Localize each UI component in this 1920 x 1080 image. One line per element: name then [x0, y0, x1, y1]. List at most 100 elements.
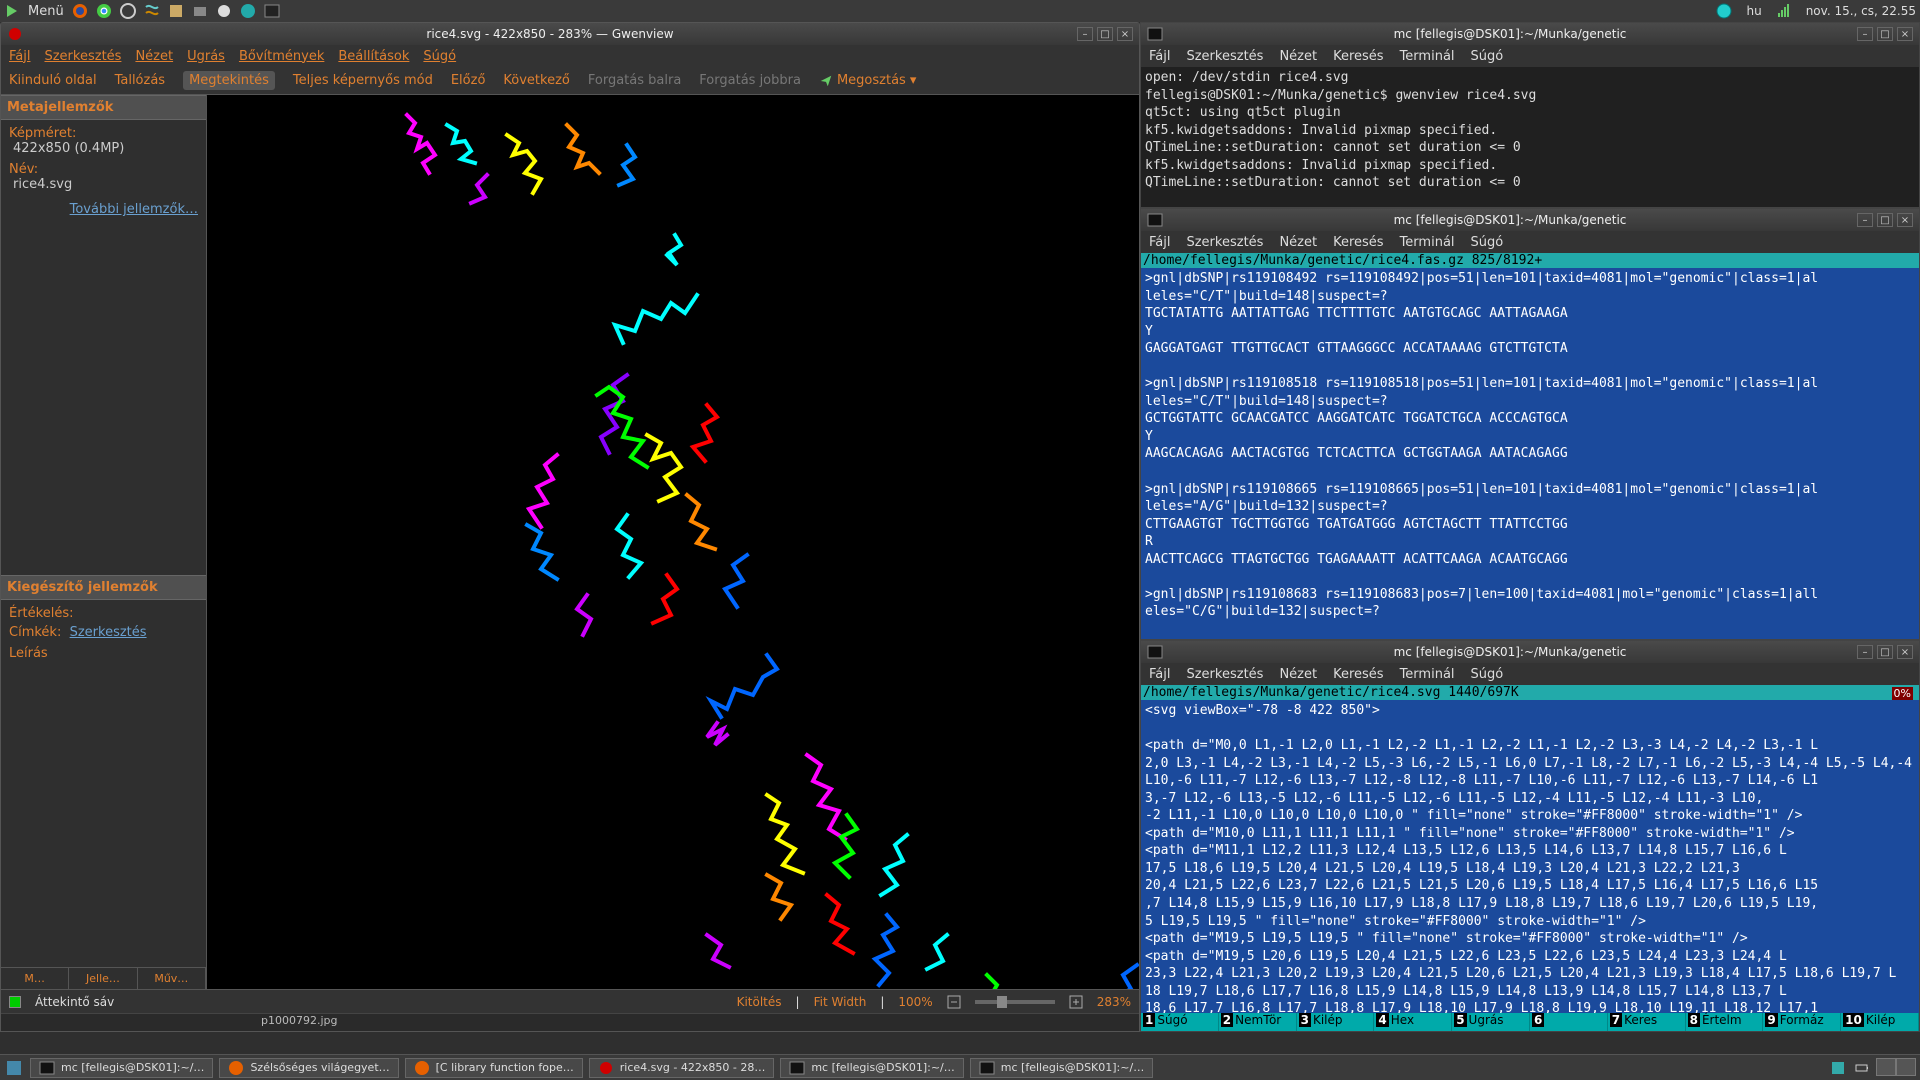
- tb-start[interactable]: Kiinduló oldal: [9, 73, 97, 88]
- menu-go[interactable]: Ugrás: [187, 49, 225, 64]
- tb-share[interactable]: Megosztás▾: [819, 73, 916, 88]
- box-icon[interactable]: [168, 3, 184, 19]
- t1-view[interactable]: Nézet: [1279, 49, 1317, 64]
- t2-view[interactable]: Nézet: [1279, 235, 1317, 250]
- app-icon-2[interactable]: [144, 3, 160, 19]
- fkey-4[interactable]: 4Hex: [1374, 1013, 1452, 1031]
- term2-titlebar[interactable]: mc [fellegis@DSK01]:~/Munka/genetic –□×: [1141, 209, 1919, 231]
- t3-edit[interactable]: Szerkesztés: [1186, 667, 1263, 682]
- task-2[interactable]: [C library function fope…: [405, 1058, 583, 1078]
- t1-edit[interactable]: Szerkesztés: [1186, 49, 1263, 64]
- menu-button[interactable]: Menü: [28, 4, 64, 19]
- zoom-slider[interactable]: [975, 1000, 1055, 1004]
- task-4[interactable]: mc [fellegis@DSK01]:~/…: [780, 1058, 963, 1078]
- fkey-7[interactable]: 7Keres: [1608, 1013, 1686, 1031]
- tab-props[interactable]: Jelle…: [69, 968, 137, 989]
- thumb-check[interactable]: [9, 996, 21, 1008]
- t3-help[interactable]: Súgó: [1471, 667, 1504, 682]
- tb-rotright[interactable]: Forgatás jobbra: [699, 73, 801, 88]
- zoom-100[interactable]: 100%: [898, 995, 932, 1009]
- fkey-9[interactable]: 9Formáz: [1763, 1013, 1841, 1031]
- fkey-6[interactable]: 6: [1530, 1013, 1608, 1031]
- firefox-icon[interactable]: [72, 3, 88, 19]
- term3-titlebar[interactable]: mc [fellegis@DSK01]:~/Munka/genetic –□×: [1141, 641, 1919, 663]
- tb-view[interactable]: Megtekintés: [183, 71, 275, 90]
- fit-fill[interactable]: Kitöltés: [737, 995, 782, 1009]
- start-icon[interactable]: [4, 3, 20, 19]
- term1-titlebar[interactable]: mc [fellegis@DSK01]:~/Munka/genetic –□×: [1141, 23, 1919, 45]
- fkey-3[interactable]: 3Kilép: [1297, 1013, 1375, 1031]
- t3-max[interactable]: □: [1877, 645, 1893, 659]
- gwenview-titlebar[interactable]: rice4.svg - 422x850 - 283% — Gwenview – …: [1, 23, 1139, 45]
- menu-settings[interactable]: Beállítások: [338, 49, 409, 64]
- t3-min[interactable]: –: [1857, 645, 1873, 659]
- term2-body[interactable]: >gnl|dbSNP|rs119108492 rs=119108492|pos=…: [1141, 268, 1919, 639]
- menu-edit[interactable]: Szerkesztés: [44, 49, 121, 64]
- fkey-10[interactable]: 10Kilép: [1841, 1013, 1919, 1031]
- workspace-pager[interactable]: [1876, 1058, 1916, 1076]
- t2-max[interactable]: □: [1877, 213, 1893, 227]
- task-1[interactable]: Szélsőséges világegyet…: [219, 1058, 398, 1078]
- tray-battery-icon[interactable]: [1852, 1058, 1872, 1078]
- tb-browse[interactable]: Tallózás: [115, 73, 166, 88]
- tb-prev[interactable]: Előző: [451, 73, 486, 88]
- tray-app-icon[interactable]: [1828, 1058, 1848, 1078]
- app-icon-1[interactable]: [120, 3, 136, 19]
- fkey-8[interactable]: 8Értelm: [1686, 1013, 1764, 1031]
- task-3[interactable]: rice4.svg - 422x850 - 28…: [589, 1058, 775, 1078]
- t2-term[interactable]: Terminál: [1400, 235, 1455, 250]
- tab-ops[interactable]: Műv…: [138, 968, 206, 989]
- t3-file[interactable]: Fájl: [1149, 667, 1170, 682]
- keyboard-layout[interactable]: hu: [1746, 4, 1761, 18]
- t2-help[interactable]: Súgó: [1471, 235, 1504, 250]
- t2-min[interactable]: –: [1857, 213, 1873, 227]
- globe-icon[interactable]: [1716, 3, 1732, 19]
- menu-plugins[interactable]: Bővítmények: [239, 49, 324, 64]
- teal-icon[interactable]: [240, 3, 256, 19]
- fkey-2[interactable]: 2NemTör: [1219, 1013, 1297, 1031]
- clock[interactable]: nov. 15., cs, 22.55: [1806, 4, 1916, 18]
- tb-next[interactable]: Következő: [503, 73, 569, 88]
- close-button[interactable]: ×: [1117, 27, 1133, 41]
- fkey-1[interactable]: 1Súgó: [1141, 1013, 1219, 1031]
- t2-file[interactable]: Fájl: [1149, 235, 1170, 250]
- t3-view[interactable]: Nézet: [1279, 667, 1317, 682]
- tab-m[interactable]: M…: [1, 968, 69, 989]
- folder-tray-icon[interactable]: [192, 3, 208, 19]
- terminal-tray-icon[interactable]: [264, 3, 280, 19]
- filmstrip[interactable]: p1000792.jpg: [1, 1013, 1139, 1031]
- more-props-link[interactable]: További jellemzők…: [70, 202, 198, 217]
- t2-edit[interactable]: Szerkesztés: [1186, 235, 1263, 250]
- image-canvas[interactable]: [207, 95, 1139, 989]
- zoom-in-icon[interactable]: [1069, 995, 1083, 1009]
- t1-max[interactable]: □: [1877, 27, 1893, 41]
- menu-view[interactable]: Nézet: [135, 49, 173, 64]
- t1-term[interactable]: Terminál: [1400, 49, 1455, 64]
- menu-help[interactable]: Súgó: [423, 49, 456, 64]
- t2-close[interactable]: ×: [1897, 213, 1913, 227]
- chrome-icon[interactable]: [96, 3, 112, 19]
- tb-fullscreen[interactable]: Teljes képernyős mód: [293, 73, 433, 88]
- term3-body[interactable]: <svg viewBox="-78 -8 422 850"> <path d="…: [1141, 700, 1919, 1013]
- tb-rotleft[interactable]: Forgatás balra: [588, 73, 681, 88]
- circle-icon[interactable]: [216, 3, 232, 19]
- task-0[interactable]: mc [fellegis@DSK01]:~/…: [30, 1058, 213, 1078]
- t1-file[interactable]: Fájl: [1149, 49, 1170, 64]
- t1-search[interactable]: Keresés: [1333, 49, 1383, 64]
- show-desktop-icon[interactable]: [4, 1058, 24, 1078]
- term1-body[interactable]: open: /dev/stdin rice4.svg fellegis@DSK0…: [1141, 67, 1919, 207]
- wifi-icon[interactable]: [1776, 3, 1792, 19]
- fkey-5[interactable]: 5Ugrás: [1452, 1013, 1530, 1031]
- tags-edit-link[interactable]: Szerkesztés: [70, 625, 147, 640]
- maximize-button[interactable]: □: [1097, 27, 1113, 41]
- task-5[interactable]: mc [fellegis@DSK01]:~/…: [970, 1058, 1153, 1078]
- t3-close[interactable]: ×: [1897, 645, 1913, 659]
- t3-search[interactable]: Keresés: [1333, 667, 1383, 682]
- menu-file[interactable]: Fájl: [9, 49, 30, 64]
- zoom-out-icon[interactable]: [947, 995, 961, 1009]
- t3-term[interactable]: Terminál: [1400, 667, 1455, 682]
- fit-width[interactable]: Fit Width: [814, 995, 867, 1009]
- t1-help[interactable]: Súgó: [1471, 49, 1504, 64]
- t2-search[interactable]: Keresés: [1333, 235, 1383, 250]
- minimize-button[interactable]: –: [1077, 27, 1093, 41]
